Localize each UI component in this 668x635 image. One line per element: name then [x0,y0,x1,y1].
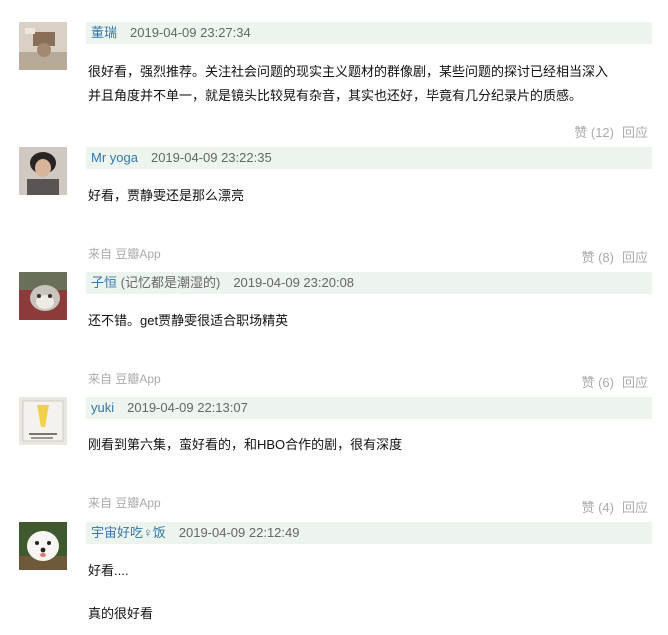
comment-source: 来自 豆瓣App [88,247,161,261]
comment-actions: 赞 (12) 回应 [574,122,648,141]
comment-text-line: 并且角度并不单一，就是镜头比较晃有杂音，其实也还好，毕竟有几分纪录片的质感。 [88,88,583,103]
avatar[interactable] [19,22,67,70]
reply-button[interactable]: 回应 [622,125,648,140]
comment-text-line: 好看.... [88,563,129,578]
comment-header: 宇宙好吃♀饭 2019-04-09 22:12:49 [86,522,652,544]
username-link[interactable]: Mr yoga [91,150,138,165]
comment-body: 好看，贾静雯还是那么漂亮 [88,184,652,208]
comment-source: 来自 豆瓣App [88,496,161,510]
comment-text-line: 很好看，强烈推荐。关注社会问题的现实主义题材的群像剧，某些问题的探讨已经相当深入 [88,64,609,79]
avatar-image [19,272,67,320]
comment-time: 2019-04-09 22:12:49 [178,525,300,540]
comment-text-line: 刚看到第六集，蛮好看的，和HBO合作的剧，很有深度 [88,437,403,452]
reply-button[interactable]: 回应 [622,500,648,515]
comment-header: 子恒 (记忆都是潮湿的) 2019-04-09 23:20:08 [86,272,652,294]
comment-text-line: 还不错。get贾静雯很适合职场精英 [88,313,289,328]
avatar[interactable] [19,272,67,320]
vote-button[interactable]: 赞 (6) [581,375,614,390]
username-link[interactable]: 董瑞 [91,25,117,40]
comment-body: 还不错。get贾静雯很适合职场精英 [88,309,652,333]
comment-text-line [88,583,652,602]
comment-body: 好看.... 真的很好看 [88,559,652,626]
comment-text-line: 真的很好看 [88,606,154,621]
username-link[interactable]: yuki [91,400,114,415]
comment-body: 刚看到第六集，蛮好看的，和HBO合作的剧，很有深度 [88,433,652,457]
comment-header: 董瑞 2019-04-09 23:27:34 [86,22,652,44]
vote-button[interactable]: 赞 (4) [581,500,614,515]
avatar[interactable] [19,147,67,195]
avatar-image [19,22,67,70]
avatar[interactable] [19,397,67,445]
comment-time: 2019-04-09 22:13:07 [127,400,248,415]
username-signature: (记忆都是潮湿的) [120,275,221,290]
username-link[interactable]: 子恒 [91,275,117,290]
comment-actions: 赞 (4) 回应 [581,497,648,516]
reply-button[interactable]: 回应 [622,250,648,265]
comment-time: 2019-04-09 23:20:08 [233,275,355,290]
username-link[interactable]: 宇宙好吃♀饭 [91,525,166,540]
comment-actions: 赞 (6) 回应 [581,372,648,391]
vote-button[interactable]: 赞 (12) [574,125,614,140]
comment-header: yuki 2019-04-09 22:13:07 [86,397,652,419]
comment-source: 来自 豆瓣App [88,372,161,386]
avatar-image [19,397,67,445]
vote-button[interactable]: 赞 (8) [581,250,614,265]
comment-body: 很好看，强烈推荐。关注社会问题的现实主义题材的群像剧，某些问题的探讨已经相当深入… [88,60,652,108]
comment-time: 2019-04-09 23:22:35 [150,150,272,165]
reply-button[interactable]: 回应 [622,375,648,390]
comment-text-line: 好看，贾静雯还是那么漂亮 [88,188,245,203]
comment-time: 2019-04-09 23:27:34 [130,25,251,40]
comment-actions: 赞 (8) 回应 [581,247,648,266]
avatar[interactable] [19,522,67,570]
comment-header: Mr yoga 2019-04-09 23:22:35 [86,147,652,169]
avatar-image [19,522,67,570]
avatar-image [19,147,67,195]
